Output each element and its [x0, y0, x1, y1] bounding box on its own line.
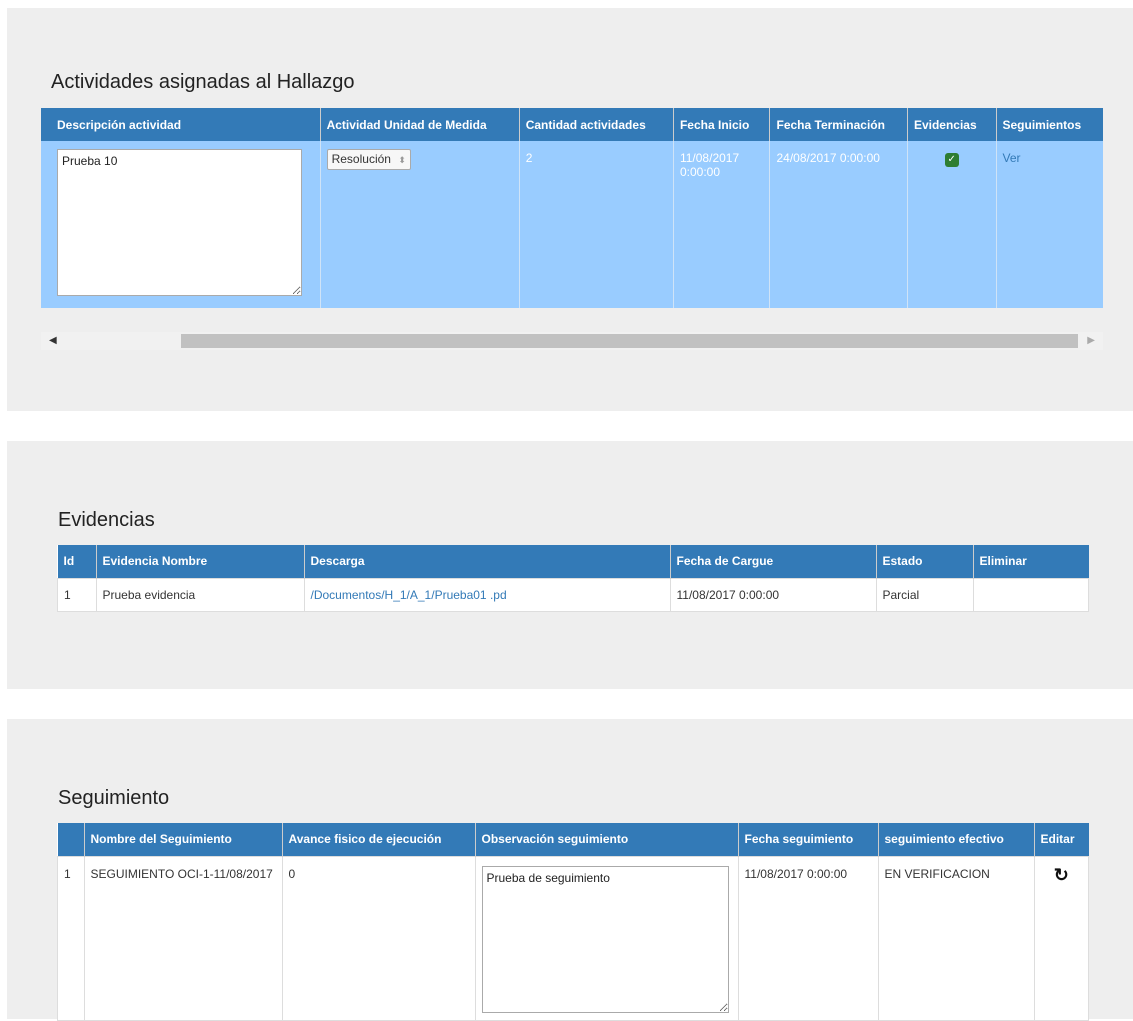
actividades-title: Actividades asignadas al Hallazgo	[51, 71, 355, 93]
fecha-inicio-cell: 11/08/2017 0:00:00	[672, 141, 770, 308]
header-evidencias: Evidencias	[907, 108, 997, 141]
fecha-terminacion-cell: 24/08/2017 0:00:00	[769, 141, 908, 308]
check-circle-icon[interactable]: ✓	[944, 153, 959, 167]
header-fecha-inicio: Fecha Inicio	[673, 108, 771, 141]
header-avance: Avance fisico de ejecución	[282, 823, 476, 856]
seguimiento-nombre: SEGUIMIENTO OCI-1-11/08/2017	[83, 855, 283, 1021]
seguimiento-title: Seguimiento	[58, 787, 170, 809]
header-unidad: Actividad Unidad de Medida	[320, 108, 520, 141]
evidencia-nombre: Prueba evidencia	[95, 577, 305, 612]
seguimiento-num: 1	[57, 855, 85, 1021]
header-seguimientos: Seguimientos	[996, 108, 1103, 141]
header-id: Id	[57, 545, 97, 578]
scroll-left-arrow-icon[interactable]: ◀	[49, 335, 57, 346]
header-nombre-seguimiento: Nombre del Seguimiento	[84, 823, 283, 856]
evidencias-title: Evidencias	[58, 509, 155, 531]
seguimiento-fecha: 11/08/2017 0:00:00	[737, 855, 879, 1021]
evidencia-id: 1	[57, 577, 97, 612]
evidencia-estado: Parcial	[875, 577, 974, 612]
horizontal-scrollbar[interactable]: ◀ ▶	[41, 332, 1103, 350]
header-num	[57, 823, 85, 856]
scroll-right-arrow-icon[interactable]: ▶	[1087, 335, 1095, 346]
header-eliminar: Eliminar	[973, 545, 1089, 578]
actividad-row[interactable]: Prueba 10 Resolución ⬍ 2 11/08/2017 0:00…	[40, 141, 1103, 308]
header-evidencia-nombre: Evidencia Nombre	[96, 545, 305, 578]
observacion-textarea[interactable]: Prueba de seguimiento	[481, 865, 729, 1013]
header-cantidad: Cantidad actividades	[519, 108, 674, 141]
evidencia-eliminar[interactable]	[972, 577, 1089, 612]
header-seguimiento-efectivo: seguimiento efectivo	[878, 823, 1035, 856]
table-row: 1 Prueba evidencia /Documentos/H_1/A_1/P…	[57, 577, 1089, 612]
table-row: 1 SEGUIMIENTO OCI-1-11/08/2017 0 Prueba …	[57, 855, 1089, 1021]
spinner-arrows-icon: ⬍	[398, 155, 406, 165]
scrollbar-thumb[interactable]	[181, 334, 1078, 348]
refresh-icon[interactable]: ↻	[1054, 866, 1069, 884]
header-descripcion: Descripción actividad	[40, 108, 321, 141]
seguimiento-efectivo: EN VERIFICACION	[877, 855, 1035, 1021]
header-estado: Estado	[876, 545, 974, 578]
header-observacion: Observación seguimiento	[475, 823, 739, 856]
unidad-select[interactable]: Resolución ⬍	[326, 149, 411, 170]
evidencias-table: Id Evidencia Nombre Descarga Fecha de Ca…	[57, 545, 1089, 612]
seguimientos-ver-link[interactable]: Ver	[1003, 151, 1021, 165]
header-fecha-terminacion: Fecha Terminación	[769, 108, 908, 141]
header-editar: Editar	[1034, 823, 1089, 856]
unidad-select-value: Resolución	[331, 152, 391, 166]
cantidad-cell: 2	[518, 141, 674, 308]
actividades-table: Descripción actividad Actividad Unidad d…	[40, 108, 1103, 308]
seguimiento-avance: 0	[281, 855, 476, 1021]
header-descarga: Descarga	[304, 545, 671, 578]
descripcion-textarea[interactable]: Prueba 10	[57, 149, 302, 296]
header-fecha-seguimiento: Fecha seguimiento	[738, 823, 879, 856]
evidencia-fecha: 11/08/2017 0:00:00	[669, 577, 877, 612]
descarga-link[interactable]: /Documentos/H_1/A_1/Prueba01 .pd	[311, 588, 507, 602]
seguimiento-table: Nombre del Seguimiento Avance fisico de …	[57, 823, 1089, 1021]
header-fecha-cargue: Fecha de Cargue	[670, 545, 877, 578]
